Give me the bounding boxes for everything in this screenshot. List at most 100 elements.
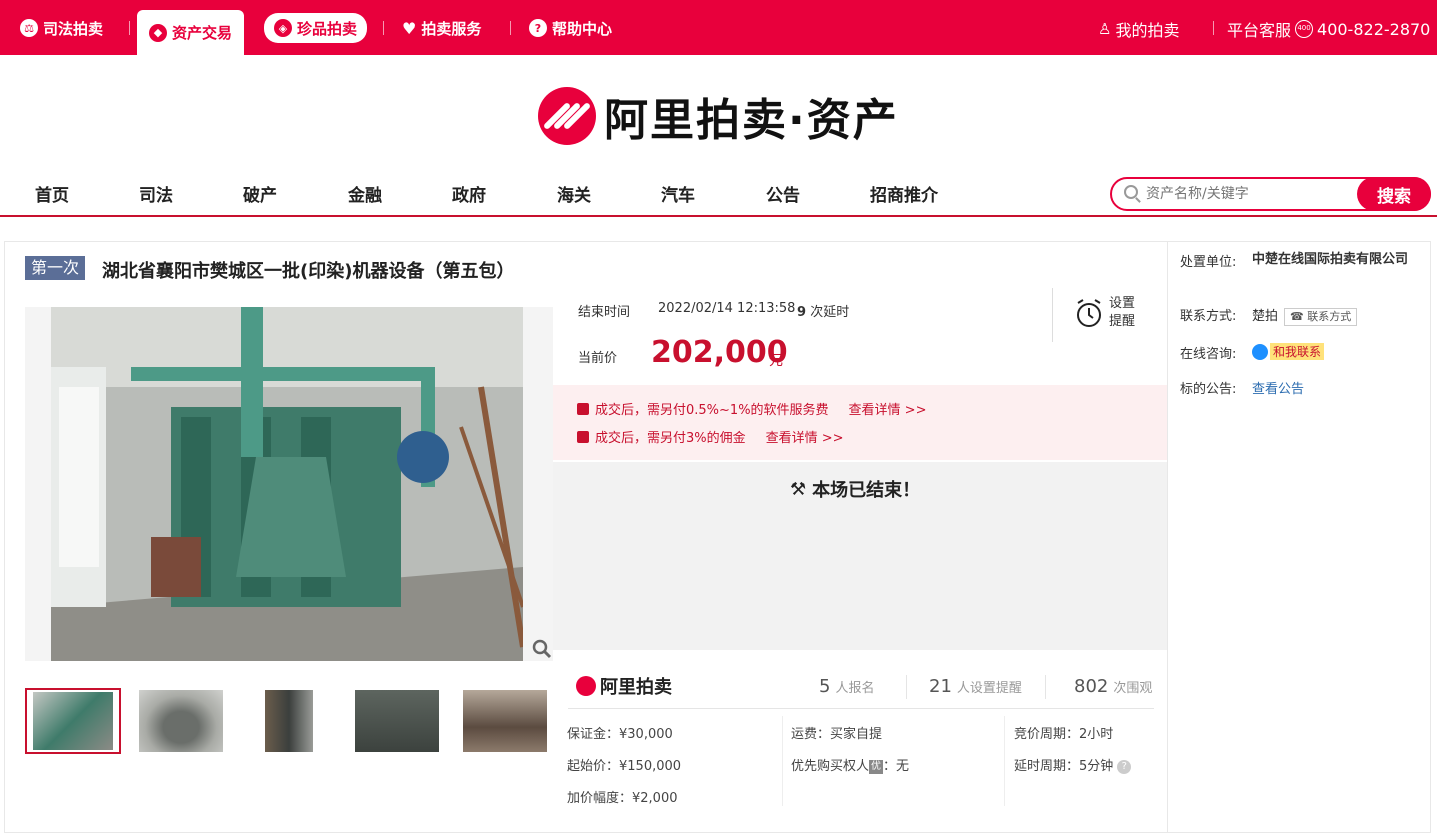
current-price-label: 当前价 <box>578 351 618 366</box>
current-price-unit: 元 <box>769 353 783 369</box>
phone-icon: ☎ <box>1290 310 1308 323</box>
contact-info: 楚拍 ☎ 联系方式 <box>1252 305 1358 326</box>
divider <box>1167 242 1168 832</box>
divider <box>129 21 130 35</box>
tab-label: 拍卖服务 <box>421 19 482 38</box>
brand-logo: 阿里拍卖 <box>576 673 672 699</box>
nav-customs[interactable]: 海关 <box>557 181 591 206</box>
round-badge: 第一次 <box>25 256 86 280</box>
deposit: 保证金：¥30,000 <box>567 727 673 742</box>
notice-icon <box>577 430 589 443</box>
search-icon <box>1124 185 1138 199</box>
search-box: 搜索 <box>1110 177 1431 211</box>
alarm-clock-icon <box>1077 299 1101 327</box>
announcement-label: 标的公告: <box>1180 382 1237 397</box>
thumbnail[interactable] <box>349 688 445 754</box>
zoom-icon[interactable] <box>531 638 553 660</box>
nav-government[interactable]: 政府 <box>452 181 486 206</box>
ended-text: 本场已结束！ <box>812 480 921 501</box>
divider <box>1052 288 1053 342</box>
service-label: 平台客服 <box>1227 21 1292 40</box>
tab-label: 司法拍卖 <box>43 19 104 38</box>
nav-home[interactable]: 首页 <box>35 181 69 206</box>
start-price: 起始价：¥150,000 <box>567 759 682 774</box>
my-auction-link[interactable]: ♙ 我的拍卖 <box>1098 17 1179 41</box>
main-photo[interactable] <box>51 307 523 661</box>
tab-asset-trade[interactable]: ◆ 资产交易 <box>137 10 245 55</box>
view-announcement-link[interactable]: 查看公告 <box>1252 378 1304 397</box>
stat-reminders: 21 人设置提醒 <box>929 676 1022 697</box>
org-label: 处置单位: <box>1180 255 1237 270</box>
top-bar: ⚖ 司法拍卖 ◆ 资产交易 ◈ 珍品拍卖 ♥ 拍卖服务 ? 帮助中心 ♙ 我的拍… <box>0 0 1437 55</box>
notice-detail-link[interactable]: 查看详情 >> <box>849 399 927 418</box>
divider <box>383 21 384 35</box>
brand-text: 阿里拍卖 <box>600 677 672 698</box>
tab-auction-service[interactable]: ♥ 拍卖服务 <box>402 11 481 45</box>
tab-treasure-auction[interactable]: ◈ 珍品拍卖 <box>264 13 368 43</box>
chat-icon <box>1252 343 1268 360</box>
delay-count: 9 <box>797 305 807 320</box>
notice-line: 成交后，需另付3%的佣金 查看详情 >> <box>577 427 844 446</box>
chat-label: 在线咨询: <box>1180 347 1237 362</box>
org-name: 中楚在线国际拍卖有限公司 <box>1252 252 1409 267</box>
end-time: 2022/02/14 12:13:58 <box>658 301 796 316</box>
chat-label-text: 和我联系 <box>1270 343 1325 360</box>
thumbnail[interactable] <box>25 688 121 754</box>
divider <box>1004 716 1005 806</box>
bid-cycle: 竞价周期：2小时 <box>1014 727 1114 742</box>
divider <box>906 675 907 699</box>
help-icon: ? <box>529 19 547 37</box>
contact-name: 楚拍 <box>1252 309 1279 324</box>
priority-value: ：无 <box>883 759 910 774</box>
contact-btn-label: 联系方式 <box>1307 310 1352 323</box>
chat-button[interactable]: 和我联系 <box>1252 343 1325 364</box>
tab-judicial-auction[interactable]: ⚖ 司法拍卖 <box>20 11 103 45</box>
notice-icon <box>577 402 589 415</box>
tab-label: 资产交易 <box>172 24 233 42</box>
logo-text: 阿里拍卖·资产 <box>604 95 899 146</box>
delay-info: 9 次延时 <box>797 301 849 320</box>
reminder-label: 设置提醒 <box>1109 296 1136 329</box>
thumbnail[interactable] <box>133 688 229 754</box>
nav-auto[interactable]: 汽车 <box>661 181 695 206</box>
stat-registrations: 5 人报名 <box>819 676 875 697</box>
extend-cycle: 延时周期：5分钟? <box>1014 755 1132 774</box>
divider <box>568 708 1154 709</box>
notice-detail-link[interactable]: 查看详情 >> <box>766 427 844 446</box>
phone-badge-icon: 400 <box>1295 20 1314 38</box>
nav-judicial[interactable]: 司法 <box>139 181 173 206</box>
help-circle-icon[interactable]: ? <box>1117 759 1132 774</box>
divider <box>1045 675 1046 699</box>
delay-label: 次延时 <box>810 305 850 320</box>
fee-notice: 成交后，需另付0.5%~1%的软件服务费 查看详情 >> 成交后，需另付3%的佣… <box>553 385 1167 460</box>
contact-method-button[interactable]: ☎ 联系方式 <box>1284 308 1358 326</box>
search-button[interactable]: 搜索 <box>1357 177 1431 211</box>
nav-finance[interactable]: 金融 <box>348 181 382 206</box>
auction-ended-message: ⚒ 本场已结束！ <box>790 476 920 502</box>
platform-service[interactable]: 平台客服 400 400-822-2870 <box>1227 17 1430 41</box>
notice-line: 成交后，需另付0.5%~1%的软件服务费 查看详情 >> <box>577 399 926 418</box>
freight: 运费：买家自提 <box>791 727 883 742</box>
search-input[interactable] <box>1146 183 1356 205</box>
nav-bankruptcy[interactable]: 破产 <box>243 181 277 206</box>
stat-views: 802 次围观 <box>1074 676 1153 697</box>
set-reminder-button[interactable]: 设置提醒 <box>1075 295 1139 331</box>
nav-investment[interactable]: 招商推介 <box>870 181 938 206</box>
nav-announcement[interactable]: 公告 <box>766 181 800 206</box>
heart-icon: ♥ <box>402 18 417 38</box>
thumbnail[interactable] <box>457 688 553 754</box>
thumbnail[interactable] <box>241 688 337 754</box>
tab-label: 珍品拍卖 <box>297 19 358 38</box>
priority-label: 优先购买权人 <box>791 759 870 774</box>
tab-help-center[interactable]: ? 帮助中心 <box>529 11 612 45</box>
divider <box>1213 21 1214 35</box>
divider <box>510 21 511 35</box>
priority-buyer: 优先购买权人优：无 <box>791 755 909 774</box>
tab-label: 帮助中心 <box>552 19 613 38</box>
divider <box>782 716 783 806</box>
site-logo[interactable]: 阿里拍卖·资产 <box>538 86 899 146</box>
notice-text: 成交后，需另付3%的佣金 <box>595 431 746 446</box>
machine-photo-illustration <box>51 307 523 661</box>
gavel-icon: ⚒ <box>790 478 807 500</box>
end-time-label: 结束时间 <box>578 305 631 320</box>
